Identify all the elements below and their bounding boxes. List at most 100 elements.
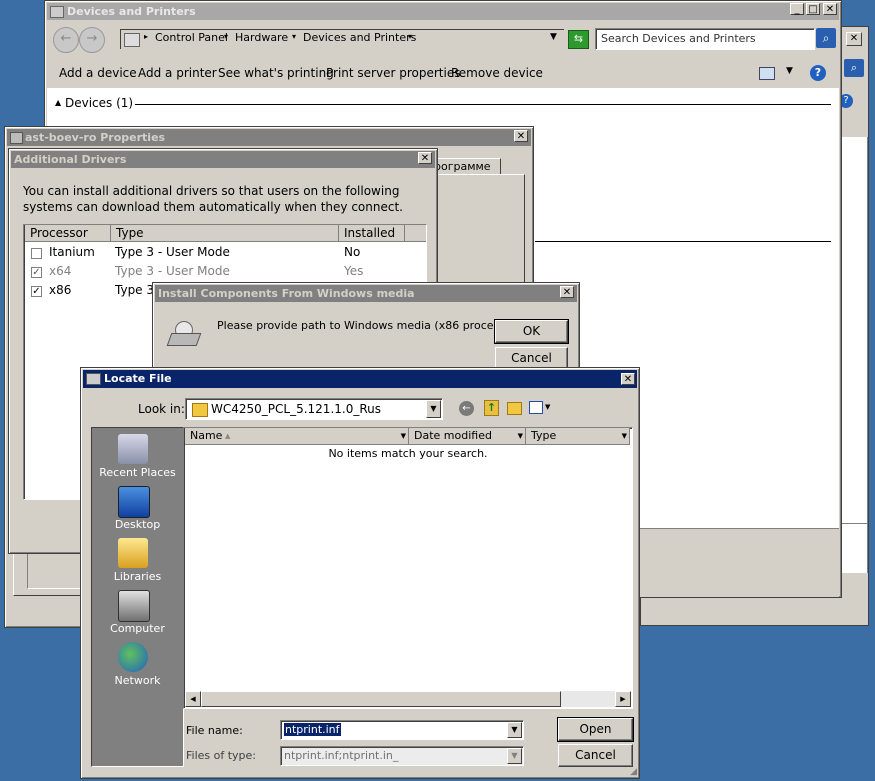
place-label: Libraries	[113, 570, 162, 583]
remove-device-button[interactable]: Remove device	[451, 66, 543, 80]
maximize-button[interactable]: □	[806, 3, 820, 15]
group-divider	[135, 104, 831, 105]
checkbox-itanium[interactable]	[31, 248, 42, 259]
processor-cell: x86	[49, 283, 72, 297]
search-icon[interactable]: ⌕	[844, 59, 864, 77]
column-date-modified[interactable]: Date modified ▼	[409, 428, 526, 445]
chevron-down-icon[interactable]: ▼	[545, 403, 550, 411]
refresh-icon[interactable]: ⇆	[568, 30, 589, 49]
scroll-right-button[interactable]: ▶	[615, 691, 631, 707]
address-dropdown-icon[interactable]: ▼	[550, 32, 557, 42]
devices-group-header[interactable]: Devices (1)	[65, 96, 133, 110]
breadcrumb-control-panel[interactable]: Control Panel	[155, 31, 228, 44]
views-menu-icon[interactable]	[529, 401, 543, 414]
search-icon[interactable]: ⌕	[816, 28, 836, 48]
column-processor[interactable]: Processor	[25, 225, 111, 242]
file-name-combobox[interactable]: ntprint.inf ▼	[280, 720, 524, 740]
breadcrumb-devices-and-printers[interactable]: Devices and Printers	[303, 31, 416, 44]
chevron-down-icon: ▼	[507, 748, 522, 764]
chevron-icon[interactable]: ▾	[408, 32, 412, 41]
nav-bar: ← → ▸ Control Panel ▾ Hardware ▾ Devices…	[47, 22, 839, 57]
install-message: Please provide path to Windows media (x8…	[217, 319, 525, 332]
folder-icon	[192, 403, 208, 417]
open-button[interactable]: Open	[557, 717, 634, 742]
collapse-icon[interactable]: ▲	[55, 98, 61, 107]
place-label: Network	[114, 674, 161, 687]
checkbox-x86[interactable]: ✓	[31, 286, 42, 297]
chevron-icon[interactable]: ▾	[292, 32, 296, 41]
recent-places-icon	[118, 434, 148, 464]
look-in-label: Look in:	[138, 402, 185, 416]
chevron-down-icon[interactable]: ▼	[401, 428, 406, 444]
view-icon[interactable]	[759, 67, 775, 80]
column-label: Date modified	[414, 429, 492, 442]
look-in-combobox[interactable]: WC4250_PCL_5.121.1.0_Rus ▼	[185, 398, 443, 420]
drive-shape	[166, 333, 202, 346]
close-button[interactable]: ✕	[621, 373, 635, 385]
add-device-button[interactable]: Add a device	[59, 66, 137, 80]
empty-message: No items match your search.	[328, 447, 488, 460]
close-button[interactable]: ✕	[418, 152, 432, 164]
print-server-properties-button[interactable]: Print server properties	[326, 66, 460, 80]
cancel-button[interactable]: Cancel	[558, 744, 633, 767]
horizontal-scrollbar[interactable]: ◀ ▶	[185, 691, 631, 707]
view-dropdown-icon[interactable]: ▼	[786, 66, 793, 76]
title-bar: Locate File	[83, 370, 637, 388]
window-title: ast-boev-ro Properties	[25, 131, 166, 144]
add-printer-button[interactable]: Add a printer	[138, 66, 217, 80]
close-button[interactable]: ✕	[560, 286, 574, 298]
file-list[interactable]: Name ▲ ▼ Date modified ▼ Type ▼ No items…	[183, 427, 633, 709]
back-icon[interactable]: ←	[459, 401, 474, 416]
search-box[interactable]: Search Devices and Printers	[595, 28, 815, 50]
window-title: Devices and Printers	[67, 5, 196, 18]
installed-cell: No	[344, 245, 361, 259]
chevron-icon[interactable]: ▾	[224, 32, 228, 41]
files-of-type-value: ntprint.inf;ntprint.in_	[284, 749, 399, 762]
file-name-label: File name:	[186, 724, 243, 737]
column-label: Name	[190, 429, 223, 442]
column-installed[interactable]: Installed	[339, 225, 405, 242]
chevron-down-icon[interactable]: ▼	[622, 428, 627, 444]
command-bar: Add a device Add a printer See what's pr…	[47, 59, 839, 88]
chevron-down-icon[interactable]: ▼	[426, 400, 441, 418]
resize-grip-icon[interactable]: ◢	[630, 767, 637, 777]
title-bar: Devices and Printers	[47, 3, 839, 20]
tab-about-software[interactable]: рограмме	[429, 158, 501, 175]
computer-icon	[118, 590, 150, 622]
file-name-value: ntprint.inf	[284, 723, 341, 736]
scroll-thumb[interactable]	[201, 691, 561, 707]
printer-icon	[10, 132, 23, 144]
back-button[interactable]: ←	[53, 27, 79, 53]
desktop-icon	[118, 486, 150, 518]
column-type[interactable]: Type	[111, 225, 339, 242]
new-folder-icon[interactable]	[507, 402, 522, 415]
column-name[interactable]: Name ▲ ▼	[185, 428, 409, 445]
dialog-title: Locate File	[104, 372, 172, 385]
minimize-button[interactable]: _	[790, 3, 804, 15]
look-in-value: WC4250_PCL_5.121.1.0_Rus	[211, 402, 381, 416]
column-type[interactable]: Type ▼	[526, 428, 630, 445]
forward-button[interactable]: →	[79, 27, 105, 53]
processor-cell: Itanium	[49, 245, 95, 259]
address-bar[interactable]: ▸ Control Panel ▾ Hardware ▾ Devices and…	[119, 28, 565, 50]
help-icon[interactable]: ?	[810, 65, 826, 81]
locate-file-dialog: Locate File ✕ Look in: WC4250_PCL_5.121.…	[80, 367, 640, 779]
network-icon	[118, 642, 148, 672]
files-of-type-label: Files of type:	[186, 749, 257, 762]
close-icon[interactable]: ✕	[846, 32, 862, 46]
close-button[interactable]: ✕	[823, 3, 837, 15]
up-folder-icon[interactable]: ↑	[484, 400, 499, 416]
close-button[interactable]: ✕	[514, 130, 528, 142]
ok-button[interactable]: OK	[494, 319, 569, 344]
chevron-down-icon[interactable]: ▼	[518, 428, 523, 444]
title-bar: ast-boev-ro Properties	[7, 129, 531, 146]
see-whats-printing-button[interactable]: See what's printing	[218, 66, 334, 80]
scroll-left-button[interactable]: ◀	[185, 691, 201, 707]
files-of-type-combobox: ntprint.inf;ntprint.in_ ▼	[280, 746, 524, 766]
column-label: Type	[531, 429, 557, 442]
installed-cell: Yes	[344, 264, 364, 278]
chevron-down-icon[interactable]: ▼	[507, 722, 522, 738]
breadcrumb-hardware[interactable]: Hardware	[235, 31, 288, 44]
control-panel-icon	[124, 33, 140, 47]
sort-icon: ▲	[225, 432, 231, 440]
